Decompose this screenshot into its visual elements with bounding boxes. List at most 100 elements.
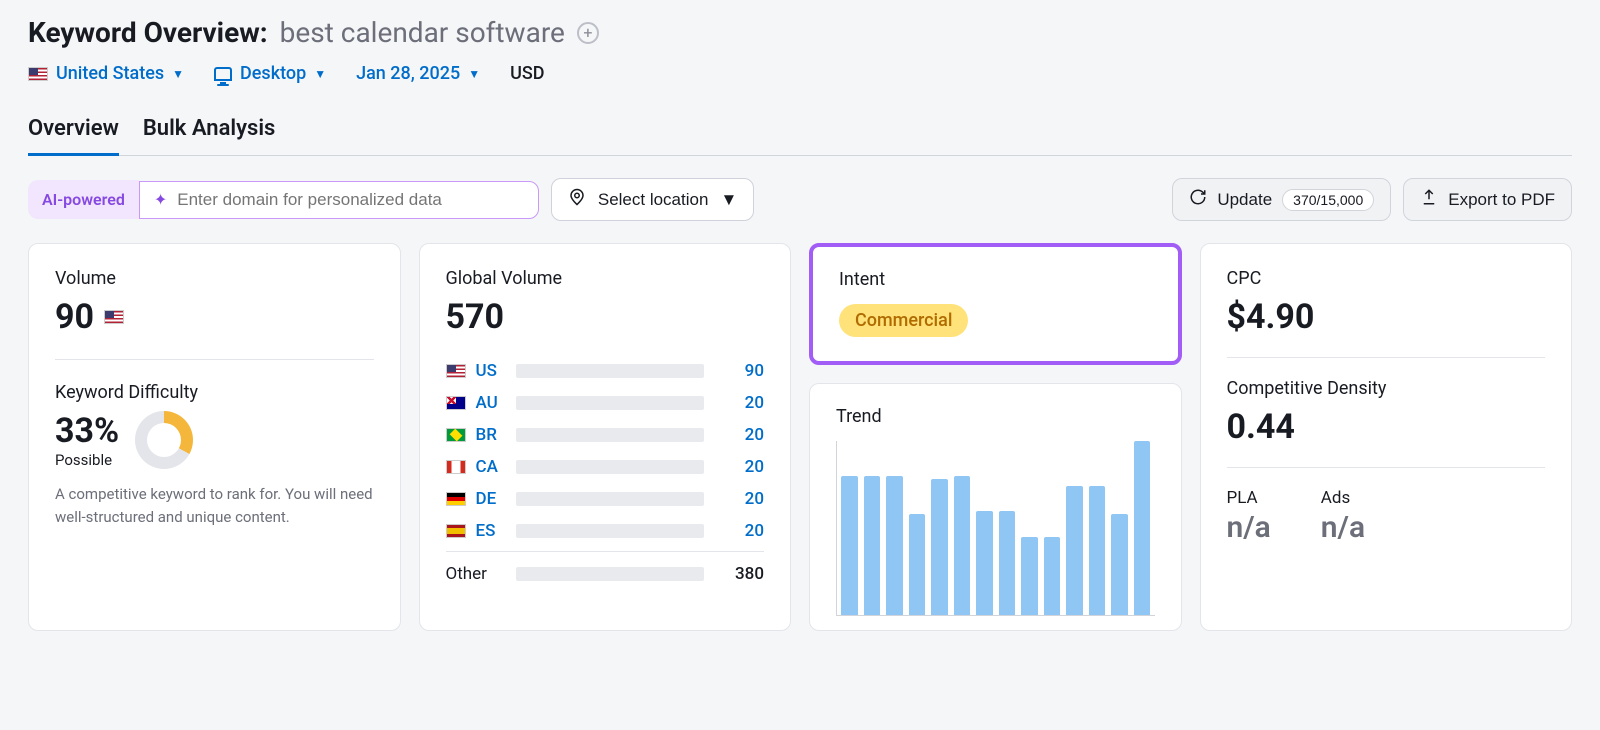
update-label: Update [1217, 190, 1272, 210]
update-button[interactable]: Update 370/15,000 [1172, 178, 1391, 221]
trend-bar [1134, 441, 1151, 615]
select-location-button[interactable]: Select location ▼ [551, 178, 754, 221]
trend-bar [909, 514, 926, 615]
cpc-label: CPC [1227, 268, 1546, 289]
competitive-density-value: 0.44 [1227, 407, 1295, 447]
country-volume[interactable]: 20 [714, 425, 764, 445]
global-volume-row: AU 20 [446, 387, 765, 419]
device-filter[interactable]: Desktop ▼ [214, 63, 326, 84]
other-label: Other [446, 564, 506, 584]
country-filter[interactable]: United States ▼ [28, 63, 184, 84]
domain-input-wrap[interactable]: ✦ [139, 181, 539, 219]
global-volume-list: US 90 AU 20 BR 20 CA 20 DE 20 ES 20 Other 380 [446, 355, 765, 590]
date-filter-label: Jan 28, 2025 [356, 63, 460, 84]
us-flag-icon [104, 310, 124, 324]
volume-bar [516, 460, 705, 474]
volume-label: Volume [55, 268, 374, 289]
date-filter[interactable]: Jan 28, 2025 ▼ [356, 63, 480, 84]
ads-value: n/a [1321, 510, 1365, 545]
ads-label: Ads [1321, 488, 1365, 508]
country-code[interactable]: DE [476, 489, 506, 509]
trend-bar [1044, 537, 1061, 615]
chevron-down-icon: ▼ [468, 67, 480, 81]
controls-row: AI-powered ✦ Select location ▼ Update 37… [28, 178, 1572, 221]
country-code[interactable]: ES [476, 521, 506, 541]
trend-bar [841, 476, 858, 615]
refresh-icon [1189, 188, 1207, 211]
global-volume-row: CA 20 [446, 451, 765, 483]
global-volume-other-row: Other 380 [446, 551, 765, 590]
country-volume[interactable]: 20 [714, 489, 764, 509]
intent-card: Intent Commercial [809, 243, 1182, 365]
trend-chart [836, 441, 1155, 616]
cpc-value: $4.90 [1227, 297, 1315, 337]
country-volume[interactable]: 20 [714, 521, 764, 541]
volume-card: Volume 90 Keyword Difficulty 33% Possibl… [28, 243, 401, 631]
trend-bar [999, 511, 1016, 615]
country-volume[interactable]: 20 [714, 393, 764, 413]
trend-label: Trend [836, 406, 1155, 427]
pla-value: n/a [1227, 510, 1271, 545]
trend-bar [886, 476, 903, 615]
sparkle-icon: ✦ [154, 190, 167, 209]
pla-label: PLA [1227, 488, 1271, 508]
trend-bar [864, 476, 881, 615]
flag-icon [446, 396, 466, 410]
country-code[interactable]: US [476, 361, 506, 381]
trend-card: Trend [809, 383, 1182, 631]
volume-bar [516, 492, 705, 506]
country-code[interactable]: BR [476, 425, 506, 445]
ai-powered-badge: AI-powered [28, 180, 139, 219]
select-location-label: Select location [598, 190, 709, 210]
export-label: Export to PDF [1448, 190, 1555, 210]
trend-bar [976, 511, 993, 615]
page-title-keyword: best calendar software [280, 16, 565, 49]
add-keyword-icon[interactable]: + [577, 22, 599, 44]
intent-label: Intent [839, 269, 1152, 290]
location-pin-icon [568, 188, 586, 211]
trend-bar [954, 476, 971, 615]
tab-bulk-analysis[interactable]: Bulk Analysis [143, 110, 276, 156]
tab-overview[interactable]: Overview [28, 110, 119, 156]
country-code[interactable]: CA [476, 457, 506, 477]
trend-bar [1021, 537, 1038, 615]
flag-icon [446, 364, 466, 378]
flag-icon [446, 492, 466, 506]
filter-bar: United States ▼ Desktop ▼ Jan 28, 2025 ▼… [28, 63, 1572, 84]
global-volume-row: BR 20 [446, 419, 765, 451]
currency-label: USD [510, 63, 544, 84]
volume-bar [516, 567, 705, 581]
keyword-difficulty-donut [135, 411, 193, 469]
country-volume[interactable]: 20 [714, 457, 764, 477]
intent-badge: Commercial [839, 304, 968, 337]
trend-bar [1089, 486, 1106, 615]
keyword-difficulty-description: A competitive keyword to rank for. You w… [55, 483, 374, 528]
global-volume-label: Global Volume [446, 268, 765, 289]
page-title-prefix: Keyword Overview: [28, 16, 268, 49]
flag-icon [446, 460, 466, 474]
country-code[interactable]: AU [476, 393, 506, 413]
keyword-difficulty-value: 33% [55, 411, 119, 451]
volume-bar [516, 364, 705, 378]
us-flag-icon [28, 67, 48, 81]
export-icon [1420, 188, 1438, 211]
trend-bar [1111, 514, 1128, 615]
export-pdf-button[interactable]: Export to PDF [1403, 178, 1572, 221]
keyword-difficulty-label: Keyword Difficulty [55, 382, 374, 403]
flag-icon [446, 524, 466, 538]
cpc-card: CPC $4.90 Competitive Density 0.44 PLA n… [1200, 243, 1573, 631]
country-volume[interactable]: 90 [714, 361, 764, 381]
global-volume-value: 570 [446, 297, 505, 337]
domain-input[interactable] [177, 190, 524, 210]
chevron-down-icon: ▼ [720, 190, 737, 210]
volume-bar [516, 428, 705, 442]
divider [1227, 357, 1546, 358]
quota-chip: 370/15,000 [1282, 189, 1374, 211]
volume-bar [516, 396, 705, 410]
competitive-density-label: Competitive Density [1227, 378, 1546, 399]
flag-icon [446, 428, 466, 442]
global-volume-row: US 90 [446, 355, 765, 387]
global-volume-row: DE 20 [446, 483, 765, 515]
other-volume: 380 [714, 564, 764, 584]
trend-bar [1066, 486, 1083, 615]
